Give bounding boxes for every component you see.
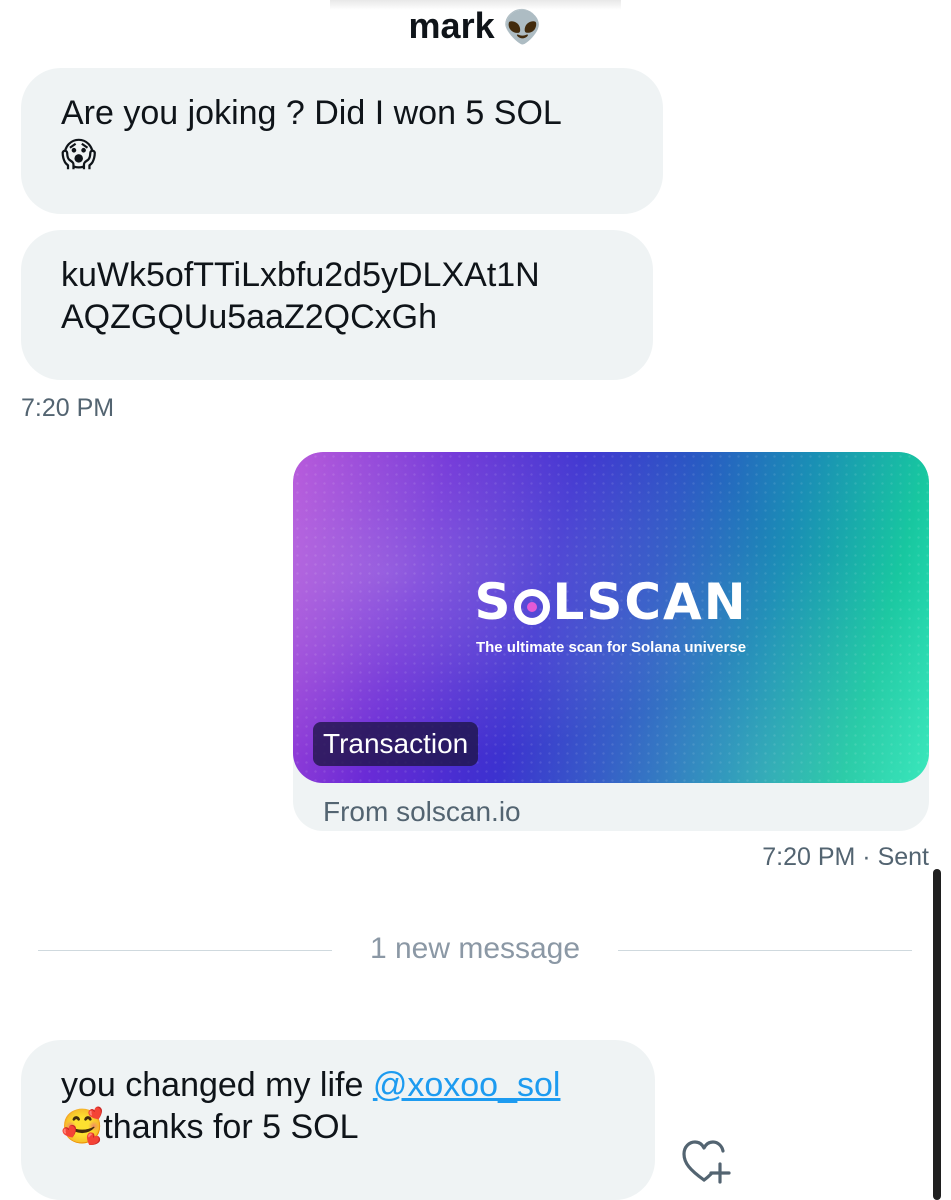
dm-conversation: mark 👽 Are you joking ? Did I won 5 SOL 😱… (0, 0, 951, 1200)
logo-o-mark-icon (514, 589, 551, 625)
contact-name[interactable]: mark 👽 (0, 4, 951, 49)
mention-link[interactable]: @xoxoo_sol (373, 1066, 561, 1104)
message-text: thanks for 5 SOL (103, 1108, 359, 1146)
message-bubble[interactable]: kuWk5ofTTiLxbfu2d5yDLXAt1N AQZGQUu5aaZ2Q… (21, 230, 653, 380)
card-tagline: The ultimate scan for Solana universe (475, 639, 747, 656)
logo-text-start: S (474, 573, 513, 631)
scream-emoji: 😱 (61, 136, 97, 174)
link-preview-card[interactable]: S LSCAN The ultimate scan for Solana univ… (293, 452, 929, 831)
smiling-hearts-emoji: 🥰 (61, 1108, 104, 1146)
message-text-line: kuWk5ofTTiLxbfu2d5yDLXAt1N (61, 256, 540, 294)
link-preview-image: S LSCAN The ultimate scan for Solana univ… (293, 452, 929, 783)
message-bubble[interactable]: Are you joking ? Did I won 5 SOL 😱 (21, 68, 663, 214)
conversation-header: mark 👽 (0, 0, 951, 52)
logo-text-end: LSCAN (552, 573, 748, 631)
solscan-logo: S LSCAN (293, 572, 929, 632)
sent-timestamp: 7:20 PM · Sent (762, 843, 929, 871)
message-bubble[interactable]: you changed my life @xoxoo_sol 🥰thanks f… (21, 1040, 655, 1200)
card-type-badge: Transaction (313, 722, 479, 766)
scrollbar[interactable] (933, 869, 941, 1200)
contact-name-text: mark (408, 5, 495, 46)
divider-line-right (618, 950, 912, 951)
new-message-divider: 1 new message (369, 932, 581, 965)
heart-plus-icon[interactable] (680, 1138, 732, 1188)
card-source-domain: From solscan.io (323, 796, 521, 827)
message-text-line: AQZGQUu5aaZ2QCxGh (61, 298, 438, 336)
message-timestamp: 7:20 PM (21, 394, 115, 422)
alien-emoji: 👽 (502, 9, 543, 45)
divider-line-left (38, 950, 332, 951)
message-text: you changed my life (61, 1066, 373, 1104)
message-text: Are you joking ? Did I won 5 SOL (61, 94, 562, 132)
